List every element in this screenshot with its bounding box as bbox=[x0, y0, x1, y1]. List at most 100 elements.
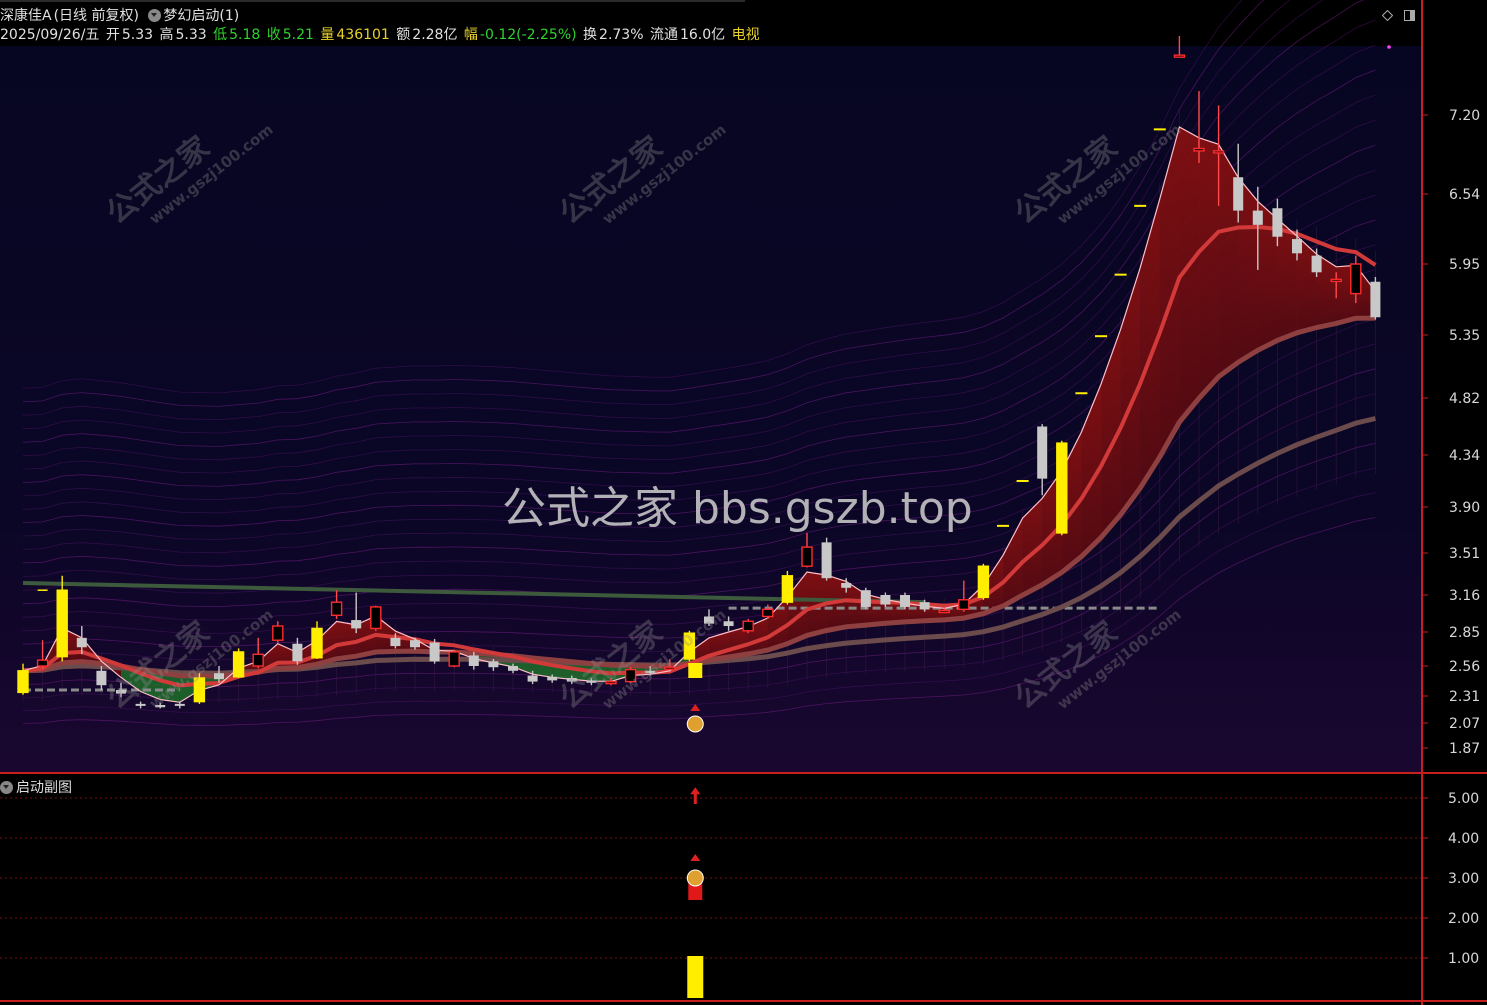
period-label[interactable]: (日线 前复权) bbox=[54, 8, 139, 24]
candle-body bbox=[56, 589, 68, 658]
start-signal-marker bbox=[688, 663, 703, 678]
watermark-text: 公式之家 bbs.gszb.top bbox=[502, 483, 973, 534]
candle bbox=[860, 587, 871, 610]
y-tick-label: 4.82 bbox=[1449, 391, 1480, 407]
y-tick-label: 5.35 bbox=[1449, 328, 1480, 344]
candle-body bbox=[1173, 54, 1186, 58]
candle-body bbox=[429, 642, 440, 662]
subchart-header: 启动副图 bbox=[0, 777, 72, 797]
candle-body bbox=[448, 651, 460, 667]
y-tick-label: 1.00 bbox=[1448, 951, 1479, 967]
y-tick-label: 6.54 bbox=[1449, 187, 1480, 203]
candle bbox=[977, 563, 990, 600]
panel-toggle-icon[interactable] bbox=[1404, 10, 1415, 21]
candle-body bbox=[841, 583, 852, 588]
candle-body bbox=[390, 637, 401, 647]
candle-body bbox=[1037, 426, 1048, 479]
ribbon-segment bbox=[1277, 218, 1297, 341]
high-label: 高 bbox=[159, 27, 174, 43]
quote-bar: 2025/09/26/五 开 5.33 高 5.33 低 5.18 收 5.21 量 43… bbox=[0, 26, 762, 44]
y-tick-label: 1.87 bbox=[1449, 741, 1480, 757]
stock-name[interactable]: 深康佳A bbox=[0, 8, 52, 24]
amount-value: 2.28亿 bbox=[412, 27, 458, 43]
float-value: 16.0亿 bbox=[679, 27, 726, 43]
high-value: 5.33 bbox=[175, 27, 207, 43]
close-label: 收 bbox=[266, 27, 281, 43]
low-value: 5.18 bbox=[229, 27, 261, 43]
y-tick-label: 5.00 bbox=[1448, 791, 1479, 807]
indicator-name[interactable]: 梦幻启动(1) bbox=[163, 8, 239, 24]
chart-header: 深康佳A (日线 前复权) 梦幻启动(1) bbox=[0, 7, 241, 25]
candle-body bbox=[17, 670, 29, 694]
candle-body bbox=[1056, 442, 1068, 534]
candle-body bbox=[1193, 147, 1205, 152]
change-value: -0.12(-2.25%) bbox=[479, 27, 577, 43]
sector-label[interactable]: 电视 bbox=[732, 27, 760, 43]
candle-body bbox=[1350, 263, 1362, 295]
candle bbox=[781, 571, 794, 605]
candle-body bbox=[508, 666, 518, 671]
y-tick-label: 5.95 bbox=[1449, 257, 1480, 273]
candle-body bbox=[1292, 239, 1302, 254]
candle bbox=[429, 639, 440, 664]
candle-body bbox=[1212, 150, 1225, 154]
candle-body bbox=[762, 608, 774, 618]
candle bbox=[232, 648, 245, 678]
candle-body bbox=[311, 627, 323, 659]
turnover-value: 2.73% bbox=[599, 27, 644, 43]
ribbon-segment bbox=[1199, 137, 1219, 399]
candle bbox=[900, 592, 910, 610]
candle-body bbox=[232, 651, 245, 678]
volume-value: 436101 bbox=[336, 27, 390, 43]
candle-body bbox=[36, 659, 49, 667]
sub-signal-bar bbox=[687, 956, 704, 998]
candle-body bbox=[900, 595, 910, 607]
candle bbox=[1370, 277, 1381, 320]
candle-body bbox=[880, 595, 891, 605]
candle-body bbox=[527, 675, 538, 682]
y-tick-label: 3.51 bbox=[1449, 546, 1480, 562]
candle-body bbox=[860, 590, 871, 607]
candle-body bbox=[958, 599, 970, 611]
low-label: 低 bbox=[213, 27, 228, 43]
candle-body bbox=[938, 609, 950, 614]
dropdown-icon[interactable] bbox=[0, 781, 13, 794]
marker-dot bbox=[1387, 45, 1391, 49]
y-tick-label: 2.31 bbox=[1449, 689, 1480, 705]
money-bag-icon bbox=[686, 869, 704, 887]
candle bbox=[1056, 440, 1068, 536]
candle bbox=[742, 618, 754, 634]
diamond-icon[interactable] bbox=[1382, 10, 1393, 21]
candle-body bbox=[1272, 208, 1283, 237]
subchart-title[interactable]: 启动副图 bbox=[16, 780, 72, 796]
open-label: 开 bbox=[105, 27, 120, 43]
candle-body bbox=[821, 542, 832, 579]
candle-body bbox=[76, 637, 87, 648]
candle-body bbox=[370, 606, 382, 630]
candle-body bbox=[1330, 278, 1342, 283]
candle-body bbox=[351, 620, 362, 629]
candle-body bbox=[410, 640, 420, 648]
quote-date: 2025/09/26/五 bbox=[0, 27, 100, 43]
candle-body bbox=[252, 653, 264, 667]
candle-body bbox=[1233, 177, 1244, 211]
candle-body bbox=[292, 643, 303, 662]
candle bbox=[370, 605, 382, 631]
close-value: 5.21 bbox=[282, 27, 314, 43]
money-bag-icon bbox=[686, 715, 704, 733]
candle-body bbox=[468, 655, 479, 666]
candle-body bbox=[488, 661, 499, 668]
open-value: 5.33 bbox=[121, 27, 154, 43]
y-tick-label: 2.00 bbox=[1448, 911, 1479, 927]
float-label: 流通 bbox=[649, 27, 678, 43]
candle-body bbox=[1252, 210, 1263, 225]
turnover-label: 换 bbox=[583, 27, 598, 43]
candle-body bbox=[1370, 281, 1381, 318]
candle-body bbox=[742, 620, 754, 632]
candle-body bbox=[1311, 255, 1322, 273]
dropdown-icon[interactable] bbox=[148, 9, 162, 22]
change-label: 幅 bbox=[463, 27, 478, 43]
candle-body bbox=[919, 602, 930, 610]
candle bbox=[821, 537, 832, 581]
y-tick-label: 4.00 bbox=[1448, 831, 1479, 847]
